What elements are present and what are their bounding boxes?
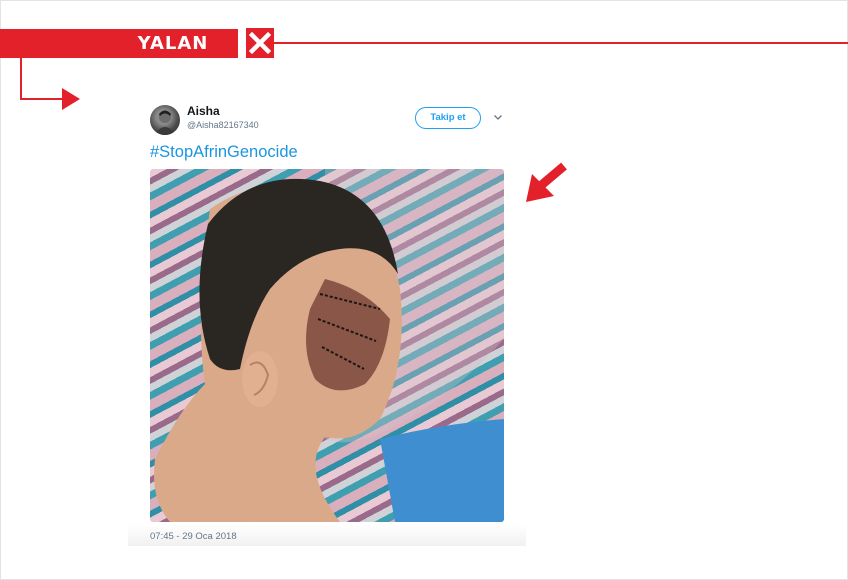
arrow-pointer-icon xyxy=(522,162,570,209)
tweet-timestamp[interactable]: 07:45 - 29 Oca 2018 xyxy=(150,531,237,542)
follow-button[interactable]: Takip et xyxy=(415,107,481,129)
close-icon xyxy=(246,28,274,58)
user-handle[interactable]: @Aisha82167340 xyxy=(187,120,259,130)
hashtag-link[interactable]: #StopAfrinGenocide xyxy=(150,143,298,162)
tweet-photo[interactable] xyxy=(150,169,504,522)
connector-arrowhead-icon xyxy=(62,88,80,110)
avatar[interactable] xyxy=(150,105,180,135)
tweet-card: Aisha @Aisha82167340 Takip et #StopAfrin… xyxy=(128,96,526,546)
verdict-banner: YALAN xyxy=(0,29,238,58)
banner-rule xyxy=(274,42,848,44)
connector-line-vertical xyxy=(20,58,22,100)
verdict-label: YALAN xyxy=(137,33,209,54)
chevron-down-icon[interactable] xyxy=(492,111,504,123)
display-name[interactable]: Aisha xyxy=(187,104,220,118)
connector-line-horizontal xyxy=(20,98,66,100)
